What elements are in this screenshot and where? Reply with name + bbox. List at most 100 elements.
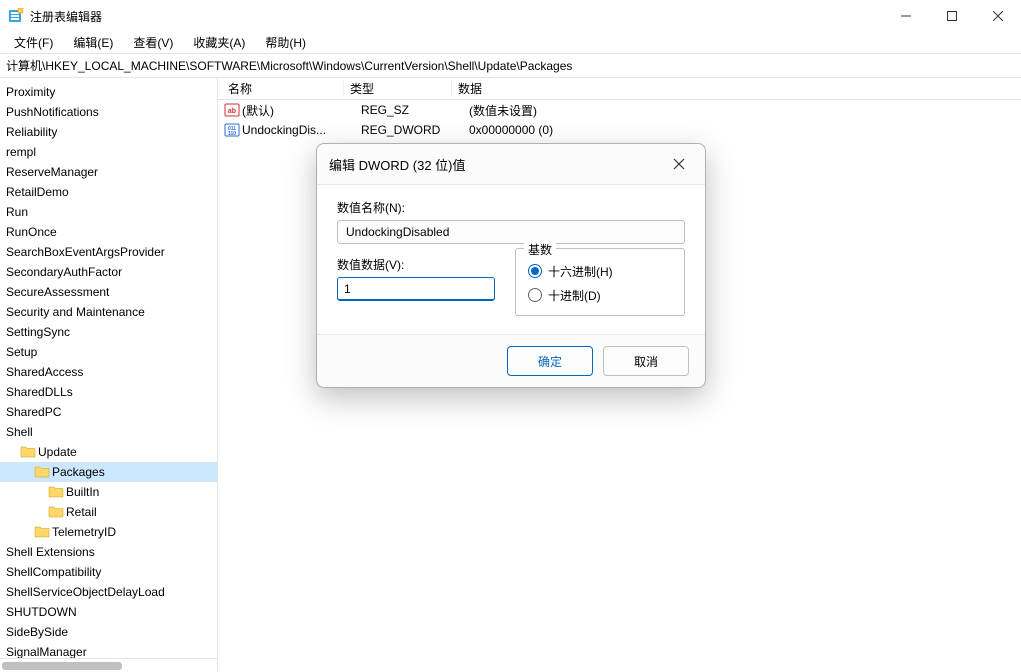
cell-name: UndockingDis... [242,123,361,137]
menu-file[interactable]: 文件(F) [10,32,57,53]
cell-type: REG_DWORD [361,123,469,137]
tree-item-label: ShellCompatibility [6,565,101,579]
dialog-title: 编辑 DWORD (32 位)值 [329,155,466,174]
tree-item-label: SecondaryAuthFactor [6,265,122,279]
tree-item[interactable]: SecureAssessment [0,282,217,302]
tree-item-label: BuiltIn [66,485,99,499]
tree-item[interactable]: Retail [0,502,217,522]
radio-checked-icon [528,264,542,278]
tree-item-label: SHUTDOWN [6,605,77,619]
radix-dec-option[interactable]: 十进制(D) [528,283,672,307]
tree-item[interactable]: BuiltIn [0,482,217,502]
tree-item[interactable]: RunOnce [0,222,217,242]
radix-hex-label: 十六进制(H) [548,263,613,280]
tree-item[interactable]: RetailDemo [0,182,217,202]
list-row[interactable]: ab(默认)REG_SZ(数值未设置) [218,100,1021,120]
cancel-button[interactable]: 取消 [603,346,689,376]
value-data-input[interactable] [337,277,495,301]
tree-item-label: Setup [6,345,37,359]
tree-item[interactable]: ShellCompatibility [0,562,217,582]
close-button[interactable] [975,1,1021,31]
tree-item[interactable]: Setup [0,342,217,362]
tree-item-label: SettingSync [6,325,70,339]
tree-pane[interactable]: Proximity PushNotifications Reliability rem… [0,78,218,672]
tree-item[interactable]: Shell Extensions [0,542,217,562]
tree-item-label: RunOnce [6,225,57,239]
tree-item-label: Update [38,445,77,459]
tree-item-label: rempl [6,145,36,159]
tree-item-label: Packages [52,465,105,479]
dialog-body: 数值名称(N): 数值数据(V): 基数 十六进制(H) 十进制(D) [317,184,705,335]
menu-view[interactable]: 查看(V) [129,32,177,53]
tree-item[interactable]: Shell [0,422,217,442]
dialog-close-button[interactable] [665,150,693,178]
col-type-header[interactable]: 类型 [344,80,452,97]
radix-dec-label: 十进制(D) [548,287,601,304]
value-data-label: 数值数据(V): [337,256,497,273]
tree-item[interactable]: Security and Maintenance [0,302,217,322]
tree-item[interactable]: SharedPC [0,402,217,422]
address-text: 计算机\HKEY_LOCAL_MACHINE\SOFTWARE\Microsof… [6,57,572,74]
tree-item-label: SearchBoxEventArgsProvider [6,245,165,259]
svg-text:110: 110 [228,131,236,137]
dialog-titlebar[interactable]: 编辑 DWORD (32 位)值 [317,144,705,184]
tree-item-label: RetailDemo [6,185,69,199]
tree-item-label: TelemetryID [52,525,116,539]
radix-groupbox: 基数 十六进制(H) 十进制(D) [515,248,685,316]
value-name-label: 数值名称(N): [337,199,685,216]
tree-item-label: SharedDLLs [6,385,73,399]
tree-item[interactable]: ShellServiceObjectDelayLoad [0,582,217,602]
address-bar[interactable]: 计算机\HKEY_LOCAL_MACHINE\SOFTWARE\Microsof… [0,54,1021,78]
tree-item[interactable]: TelemetryID [0,522,217,542]
tree-item-label: SecureAssessment [6,285,109,299]
tree-item[interactable]: SharedAccess [0,362,217,382]
col-name-header[interactable]: 名称 [218,80,344,97]
regedit-icon [8,8,24,24]
tree-item-label: SharedPC [6,405,61,419]
tree-item-label: SharedAccess [6,365,83,379]
tree-item-label: ShellServiceObjectDelayLoad [6,585,165,599]
menu-help[interactable]: 帮助(H) [261,32,310,53]
tree-item[interactable]: Proximity [0,82,217,102]
tree-item[interactable]: SecondaryAuthFactor [0,262,217,282]
tree-item[interactable]: PushNotifications [0,102,217,122]
dialog-footer: 确定 取消 [317,335,705,387]
maximize-button[interactable] [929,1,975,31]
tree-item[interactable]: SHUTDOWN [0,602,217,622]
tree-item-label: Security and Maintenance [6,305,145,319]
radix-hex-option[interactable]: 十六进制(H) [528,259,672,283]
window-controls [883,1,1021,31]
tree-hscrollbar[interactable] [0,658,217,672]
cell-data: 0x00000000 (0) [469,123,1021,137]
tree-item[interactable]: SearchBoxEventArgsProvider [0,242,217,262]
value-name-input[interactable] [337,220,685,244]
tree-item-label: Run [6,205,28,219]
tree-item-label: Shell Extensions [6,545,95,559]
radio-unchecked-icon [528,288,542,302]
tree-item[interactable]: SharedDLLs [0,382,217,402]
tree-item[interactable]: rempl [0,142,217,162]
svg-text:ab: ab [228,108,236,115]
menu-edit[interactable]: 编辑(E) [69,32,117,53]
tree-item-label: Proximity [6,85,55,99]
menu-favorites[interactable]: 收藏夹(A) [189,32,249,53]
tree-item[interactable]: Run [0,202,217,222]
tree-item-label: SignalManager [6,645,87,659]
tree-item[interactable]: Reliability [0,122,217,142]
tree-item-label: SideBySide [6,625,68,639]
tree-item[interactable]: SettingSync [0,322,217,342]
list-row[interactable]: 011110UndockingDis...REG_DWORD0x00000000… [218,120,1021,140]
tree-item-label: Retail [66,505,97,519]
tree-item-label: Reliability [6,125,57,139]
tree-item[interactable]: Update [0,442,217,462]
tree-item-label: Shell [6,425,33,439]
tree-item[interactable]: Packages [0,462,217,482]
tree-item[interactable]: ReserveManager [0,162,217,182]
cell-type: REG_SZ [361,103,469,117]
col-data-header[interactable]: 数据 [452,80,1021,97]
tree-item-label: ReserveManager [6,165,98,179]
tree-item[interactable]: SideBySide [0,622,217,642]
ok-button[interactable]: 确定 [507,346,593,376]
minimize-button[interactable] [883,1,929,31]
window-title: 注册表编辑器 [30,8,102,25]
